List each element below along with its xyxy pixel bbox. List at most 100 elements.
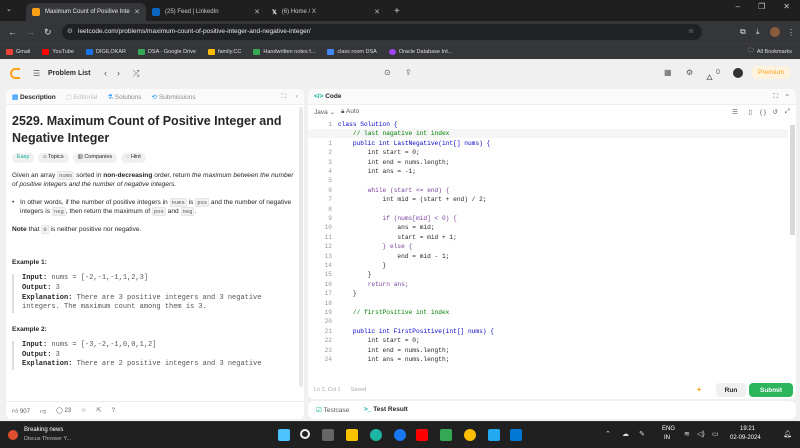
notification-icon[interactable]: 🔔︎ (783, 430, 792, 438)
next-problem-icon[interactable]: › (117, 68, 120, 78)
tab-editorial[interactable]: ▢ Editorial (66, 93, 97, 101)
bookmark-star-icon[interactable]: ☆ (688, 24, 694, 40)
topics-tag[interactable]: ⌂ Topics (38, 152, 69, 163)
site-info-icon[interactable]: ⚙ (67, 24, 73, 40)
submit-button[interactable]: Submit (749, 383, 793, 397)
problem-list-icon[interactable]: ☰ (33, 69, 40, 78)
fullscreen-icon[interactable]: ⤢ (785, 108, 790, 116)
downloads-icon[interactable]: ⤓ (756, 27, 760, 37)
news-subtitle[interactable]: Discus Thrower Y... (24, 436, 71, 442)
browser-tab-leetcode[interactable]: Maximum Count of Positive Inte ✕ (26, 3, 146, 21)
like-button[interactable]: 👍︎ 907 (12, 407, 30, 415)
browser-menu-icon[interactable]: ⋮ (787, 28, 795, 37)
shuffle-icon[interactable]: ⤮ (133, 69, 139, 79)
edge-icon[interactable] (370, 429, 382, 441)
auto-mode[interactable]: 🔒︎ Auto (341, 108, 359, 116)
leetcode-logo-icon[interactable] (10, 68, 20, 79)
bookmark-youtube[interactable]: YouTube (42, 48, 74, 55)
browser-tab-linkedin[interactable]: (25) Feed | LinkedIn ✕ (146, 3, 266, 21)
file-explorer-icon[interactable] (346, 429, 358, 441)
bookmark-icon[interactable]: ▯ (748, 108, 752, 116)
reset-icon[interactable]: ↺ (773, 108, 778, 116)
reload-icon[interactable]: ↻ (44, 27, 52, 38)
maximize-icon[interactable]: ❐ (758, 2, 765, 11)
wifi-icon[interactable]: ≋ (684, 430, 690, 438)
format-icon[interactable]: ☰ (732, 108, 738, 116)
streak-icon[interactable]: 🜂 (706, 68, 713, 85)
profile-avatar[interactable] (770, 27, 780, 37)
url-field[interactable]: ⚙ leetcode.com/problems/maximum-count-of… (62, 24, 702, 40)
debug-icon[interactable]: ⊙ (384, 68, 391, 77)
close-tab-icon[interactable]: ✕ (374, 8, 380, 16)
bookmark-family[interactable]: family.CC (207, 48, 241, 55)
tab-search-icon[interactable]: ⌄ (6, 5, 12, 13)
user-avatar[interactable] (733, 68, 743, 78)
search-icon[interactable] (300, 429, 310, 439)
minimize-icon[interactable]: – (736, 2, 740, 11)
battery-icon[interactable]: ▭ (712, 430, 719, 438)
browser-tab-x[interactable]: 𝕏 (6) Home / X ✕ (266, 3, 386, 21)
region-indicator[interactable]: IN (664, 435, 670, 441)
language-indicator[interactable]: ENG (662, 426, 675, 432)
clock-date[interactable]: 02-09-2024 (730, 435, 761, 441)
tray-cloud-icon[interactable]: ☁ (622, 430, 629, 438)
news-title[interactable]: Breaking news (24, 427, 63, 433)
facebook-icon[interactable] (394, 429, 406, 441)
extensions-icon[interactable]: ⧉ (740, 27, 746, 37)
tray-edit-icon[interactable]: ✎ (639, 430, 645, 438)
problem-list-link[interactable]: Problem List (48, 70, 90, 77)
hint-tag[interactable]: ◌ Hint (121, 152, 146, 163)
premium-button[interactable]: Premium (752, 66, 791, 79)
windows-start-icon[interactable] (278, 429, 290, 441)
layout-icon[interactable]: ▦ (664, 68, 672, 77)
comments-button[interactable]: ◯ 23 (56, 407, 71, 414)
volume-icon[interactable]: ◁) (697, 430, 705, 438)
vscode-icon[interactable] (488, 429, 500, 441)
clock-time[interactable]: 19:21 (740, 426, 755, 432)
drive-icon[interactable] (440, 429, 452, 441)
expand-panel-icon[interactable]: ⛶ (281, 93, 286, 101)
bookmark-gmail[interactable]: Gmail (6, 48, 30, 55)
tab-description[interactable]: ▤ Description (12, 93, 56, 101)
collapse-editor-icon[interactable]: ⌃ (785, 93, 790, 101)
tab-solutions[interactable]: ⚗ Solutions (107, 93, 141, 101)
bookmark-notes[interactable]: Handwritten notes f... (253, 48, 315, 55)
brackets-icon[interactable]: { } (760, 109, 766, 116)
task-view-icon[interactable] (322, 429, 334, 441)
bookmark-classroom[interactable]: class room DSA (327, 48, 377, 55)
expand-editor-icon[interactable]: ⛶ (773, 93, 778, 101)
companies-tag[interactable]: ▥ Companies (72, 152, 118, 163)
close-window-icon[interactable]: ✕ (783, 2, 790, 11)
all-bookmarks[interactable]: 🗀 All Bookmarks (748, 47, 792, 56)
active-app-icon[interactable] (510, 429, 522, 441)
code-tab[interactable]: </> Code (314, 93, 341, 100)
close-tab-icon[interactable]: ✕ (254, 8, 260, 16)
share-icon[interactable]: ⇱ (97, 407, 102, 414)
close-tab-icon[interactable]: ✕ (134, 8, 140, 16)
code-editor[interactable]: 1 class Solution {2 // last nagative int … (308, 121, 796, 383)
bookmark-digilokar[interactable]: DIGILOKAR (86, 48, 126, 55)
news-widget-icon[interactable] (8, 430, 18, 440)
testcase-tab[interactable]: ☑ Testcase (316, 406, 349, 414)
new-tab-button[interactable]: + (394, 3, 400, 21)
settings-icon[interactable]: ⚙ (686, 68, 693, 77)
editor-scrollbar[interactable] (790, 125, 795, 235)
back-icon[interactable]: ← (8, 27, 17, 37)
tab-submissions[interactable]: ⟲ Submissions (152, 93, 196, 101)
favorite-star-icon[interactable]: ☆ (81, 407, 86, 414)
bookmark-dsa-drive[interactable]: DSA - Google Drive (137, 48, 196, 55)
prev-problem-icon[interactable]: ‹ (104, 68, 107, 78)
youtube-icon[interactable] (416, 429, 428, 441)
help-icon[interactable]: ? (112, 408, 115, 414)
debugger-icon[interactable]: ✦ (696, 386, 702, 394)
language-select[interactable]: Java ⌄ (314, 108, 335, 116)
tray-chevron-icon[interactable]: ⌃ (605, 430, 611, 438)
dislike-icon[interactable]: 👎︎ (40, 407, 46, 415)
upload-icon[interactable]: ⇪ (405, 68, 412, 77)
forward-icon[interactable]: → (26, 27, 35, 37)
run-button[interactable]: Run (716, 383, 746, 397)
bookmark-oracle[interactable]: Oracle Database Int... (388, 48, 452, 55)
test-result-tab[interactable]: >_ Test Result (364, 406, 408, 413)
left-scrollbar[interactable] (299, 107, 303, 387)
collapse-panel-icon[interactable]: ‹ (296, 93, 298, 100)
